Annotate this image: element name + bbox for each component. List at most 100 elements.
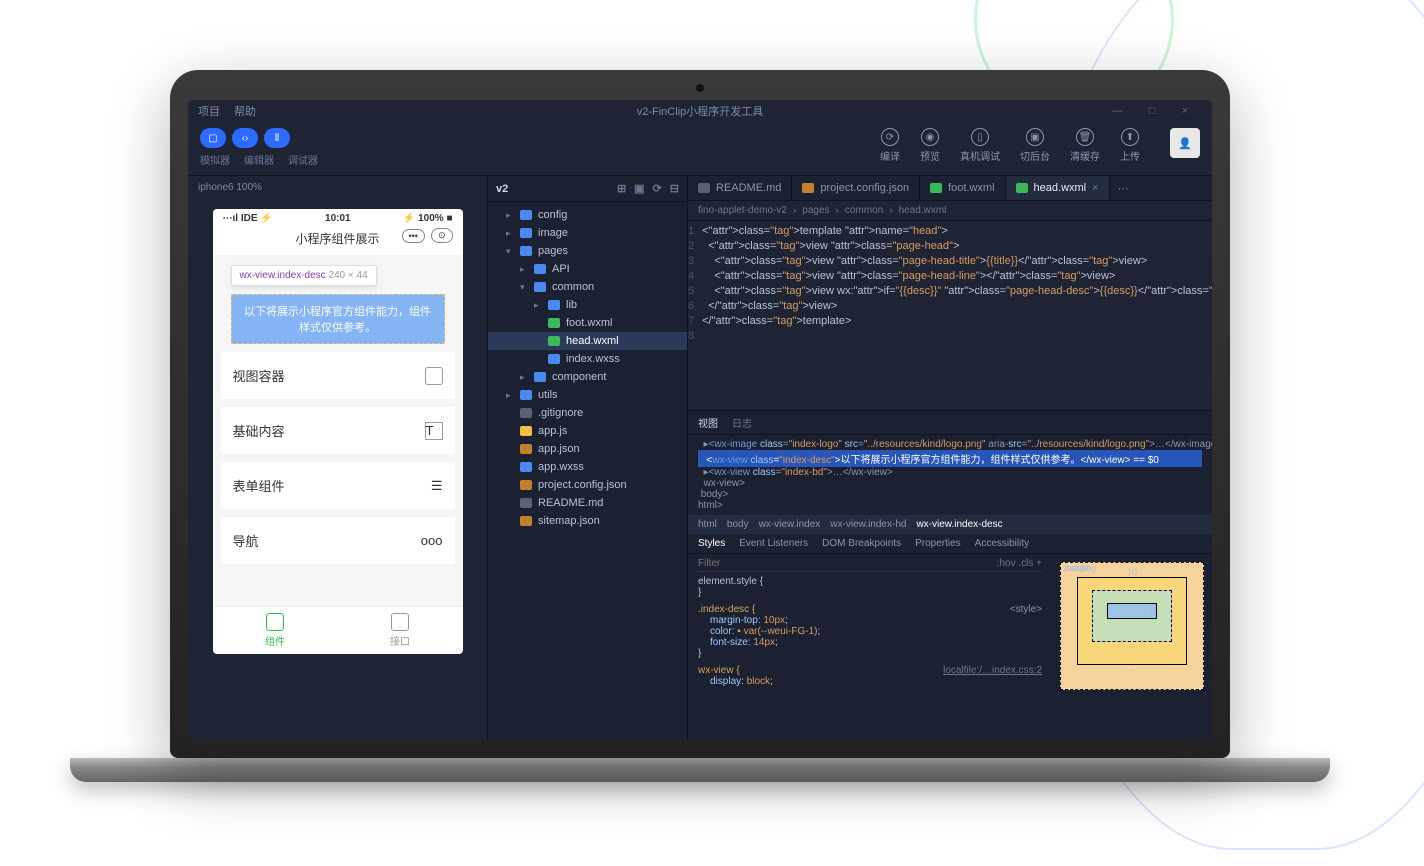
phone-simulator: ⋯ıl IDE ⚡ 10:01 ⚡ 100% ■ 小程序组件展示 •••⊙ wx… bbox=[213, 209, 463, 654]
devtools-top-tabs: 视图 日志 bbox=[688, 411, 1212, 435]
background-button[interactable]: ▣切后台 bbox=[1020, 128, 1050, 163]
app-title: 小程序组件展示 •••⊙ bbox=[213, 228, 463, 255]
menu-item[interactable]: 基础内容T bbox=[221, 407, 455, 454]
tree-node[interactable]: ▸component bbox=[488, 368, 687, 386]
devtools-panel: 视图 日志 ▸<wx-image class="index-logo" src=… bbox=[688, 410, 1212, 740]
app-screen: 项目 帮助 v2-FinClip小程序开发工具 — □ × ▢ ‹› ⫴ 模拟器… bbox=[188, 100, 1212, 740]
dom-inspector[interactable]: ▸<wx-image class="index-logo" src="../re… bbox=[688, 435, 1212, 515]
tree-header: v2 ⊞ ▣ ⟳ ⊟ bbox=[488, 176, 687, 202]
editor-tab[interactable]: foot.wxml bbox=[920, 176, 1005, 200]
device-label[interactable]: iphone6 100% bbox=[188, 176, 487, 199]
menu-project[interactable]: 项目 bbox=[198, 103, 220, 119]
simulator-toggle[interactable]: ▢ bbox=[200, 128, 226, 148]
minimize-icon[interactable]: — bbox=[1112, 105, 1123, 117]
tree-node[interactable]: .gitignore bbox=[488, 404, 687, 422]
hov-toggle[interactable]: :hov bbox=[997, 558, 1016, 569]
phone-statusbar: ⋯ıl IDE ⚡ 10:01 ⚡ 100% ■ bbox=[213, 209, 463, 228]
compile-button[interactable]: ⟳编译 bbox=[880, 128, 900, 163]
upload-button[interactable]: ⬆上传 bbox=[1120, 128, 1140, 163]
tree-node[interactable]: index.wxss bbox=[488, 350, 687, 368]
list-icon: ☰ bbox=[431, 478, 443, 494]
editor-tab[interactable]: README.md bbox=[688, 176, 792, 200]
editor-tabs: README.mdproject.config.jsonfoot.wxmlhea… bbox=[688, 176, 1212, 201]
simulator-pane: iphone6 100% ⋯ıl IDE ⚡ 10:01 ⚡ 100% ■ 小程… bbox=[188, 176, 488, 740]
tree-node[interactable]: ▾pages bbox=[488, 242, 687, 260]
highlighted-element[interactable]: 以下将展示小程序官方组件能力，组件样式仅供参考。 bbox=[231, 294, 445, 344]
editor-pane: README.mdproject.config.jsonfoot.wxmlhea… bbox=[688, 176, 1212, 740]
tree-node[interactable]: README.md bbox=[488, 494, 687, 512]
code-editor[interactable]: 12345678 <"attr">class="tag">template "a… bbox=[688, 221, 1212, 410]
clear-cache-button[interactable]: 🗑清缓存 bbox=[1070, 128, 1100, 163]
toolbar: ▢ ‹› ⫴ 模拟器 编辑器 调试器 ⟳编译 ◉预览 ▯真机调试 ▣切后台 🗑清… bbox=[188, 122, 1212, 176]
more-icon: ooo bbox=[421, 533, 443, 548]
style-tab[interactable]: Event Listeners bbox=[739, 538, 808, 549]
styles-tabs: Styles Event Listeners DOM Breakpoints Prop… bbox=[688, 534, 1212, 554]
window-controls: — □ × bbox=[1112, 105, 1202, 117]
menu-item[interactable]: 表单组件☰ bbox=[221, 462, 455, 509]
cls-toggle[interactable]: .cls bbox=[1018, 558, 1033, 569]
style-tab[interactable]: DOM Breakpoints bbox=[822, 538, 901, 549]
tree-node[interactable]: ▾common bbox=[488, 278, 687, 296]
remote-debug-button[interactable]: ▯真机调试 bbox=[960, 128, 1000, 163]
breadcrumb[interactable]: fino-applet-demo-v2›pages›common›head.wx… bbox=[688, 201, 1212, 221]
tree-node[interactable]: sitemap.json bbox=[488, 512, 687, 530]
label-sim: 模拟器 bbox=[200, 152, 230, 167]
debugger-toggle[interactable]: ⫴ bbox=[264, 128, 290, 148]
inspect-tooltip: wx-view.index-desc 240 × 44 bbox=[231, 265, 377, 286]
new-folder-icon[interactable]: ▣ bbox=[634, 182, 644, 195]
tab-view[interactable]: 视图 bbox=[698, 415, 718, 430]
new-file-icon[interactable]: ⊞ bbox=[617, 182, 626, 195]
close-icon[interactable]: × bbox=[1182, 105, 1188, 117]
file-tree[interactable]: ▸config▸image▾pages▸API▾common▸libfoot.w… bbox=[488, 202, 687, 534]
close-circle-icon[interactable]: ⊙ bbox=[431, 228, 453, 243]
laptop-base bbox=[70, 758, 1330, 782]
more-tabs-icon[interactable]: ⋯ bbox=[1110, 182, 1137, 195]
label-debug: 调试器 bbox=[288, 152, 318, 167]
camera-dot bbox=[696, 84, 704, 92]
add-rule-icon[interactable]: + bbox=[1036, 558, 1042, 569]
laptop-frame: 项目 帮助 v2-FinClip小程序开发工具 — □ × ▢ ‹› ⫴ 模拟器… bbox=[170, 70, 1230, 782]
maximize-icon[interactable]: □ bbox=[1149, 105, 1156, 117]
tab-log[interactable]: 日志 bbox=[732, 415, 752, 430]
dom-breadcrumb[interactable]: htmlbodywx-view.indexwx-view.index-hdwx-… bbox=[688, 515, 1212, 534]
text-icon: T bbox=[425, 422, 443, 440]
tree-node[interactable]: ▸lib bbox=[488, 296, 687, 314]
window-title: v2-FinClip小程序开发工具 bbox=[637, 103, 764, 119]
style-tab[interactable]: Accessibility bbox=[975, 538, 1029, 549]
tab-component[interactable]: 组件 bbox=[213, 607, 338, 654]
tree-node[interactable]: ▸API bbox=[488, 260, 687, 278]
style-tab[interactable]: Styles bbox=[698, 538, 725, 549]
tree-node[interactable]: ▸image bbox=[488, 224, 687, 242]
menu-item[interactable]: 导航ooo bbox=[221, 517, 455, 564]
editor-tab[interactable]: head.wxml× bbox=[1006, 176, 1110, 200]
box-model[interactable]: margin10 border- padding- 240 × 44 - - - bbox=[1052, 554, 1212, 740]
tree-node[interactable]: head.wxml bbox=[488, 332, 687, 350]
phone-tabbar: 组件 接口 bbox=[213, 606, 463, 654]
editor-tab[interactable]: project.config.json bbox=[792, 176, 920, 200]
menu-help[interactable]: 帮助 bbox=[234, 103, 256, 119]
style-tab[interactable]: Properties bbox=[915, 538, 961, 549]
filter-input[interactable] bbox=[698, 558, 997, 569]
editor-toggle[interactable]: ‹› bbox=[232, 128, 258, 148]
tree-node[interactable]: app.wxss bbox=[488, 458, 687, 476]
preview-button[interactable]: ◉预览 bbox=[920, 128, 940, 163]
tree-node[interactable]: app.js bbox=[488, 422, 687, 440]
tree-node[interactable]: app.json bbox=[488, 440, 687, 458]
styles-panel[interactable]: :hov .cls + element.style {} .index-desc… bbox=[688, 554, 1052, 740]
label-editor: 编辑器 bbox=[244, 152, 274, 167]
tree-node[interactable]: project.config.json bbox=[488, 476, 687, 494]
tree-node[interactable]: ▸utils bbox=[488, 386, 687, 404]
main-row: iphone6 100% ⋯ıl IDE ⚡ 10:01 ⚡ 100% ■ 小程… bbox=[188, 176, 1212, 740]
menubar: 项目 帮助 v2-FinClip小程序开发工具 — □ × bbox=[188, 100, 1212, 122]
line-gutter: 12345678 bbox=[688, 221, 702, 410]
tree-node[interactable]: ▸config bbox=[488, 206, 687, 224]
refresh-icon[interactable]: ⟳ bbox=[653, 182, 662, 195]
menu-dots-icon[interactable]: ••• bbox=[402, 229, 425, 243]
menu-item[interactable]: 视图容器 bbox=[221, 352, 455, 399]
collapse-icon[interactable]: ⊟ bbox=[670, 182, 679, 195]
tree-node[interactable]: foot.wxml bbox=[488, 314, 687, 332]
close-tab-icon[interactable]: × bbox=[1092, 182, 1098, 194]
tab-api[interactable]: 接口 bbox=[338, 607, 463, 654]
container-icon bbox=[425, 367, 443, 385]
avatar[interactable]: 👤 bbox=[1170, 128, 1200, 158]
